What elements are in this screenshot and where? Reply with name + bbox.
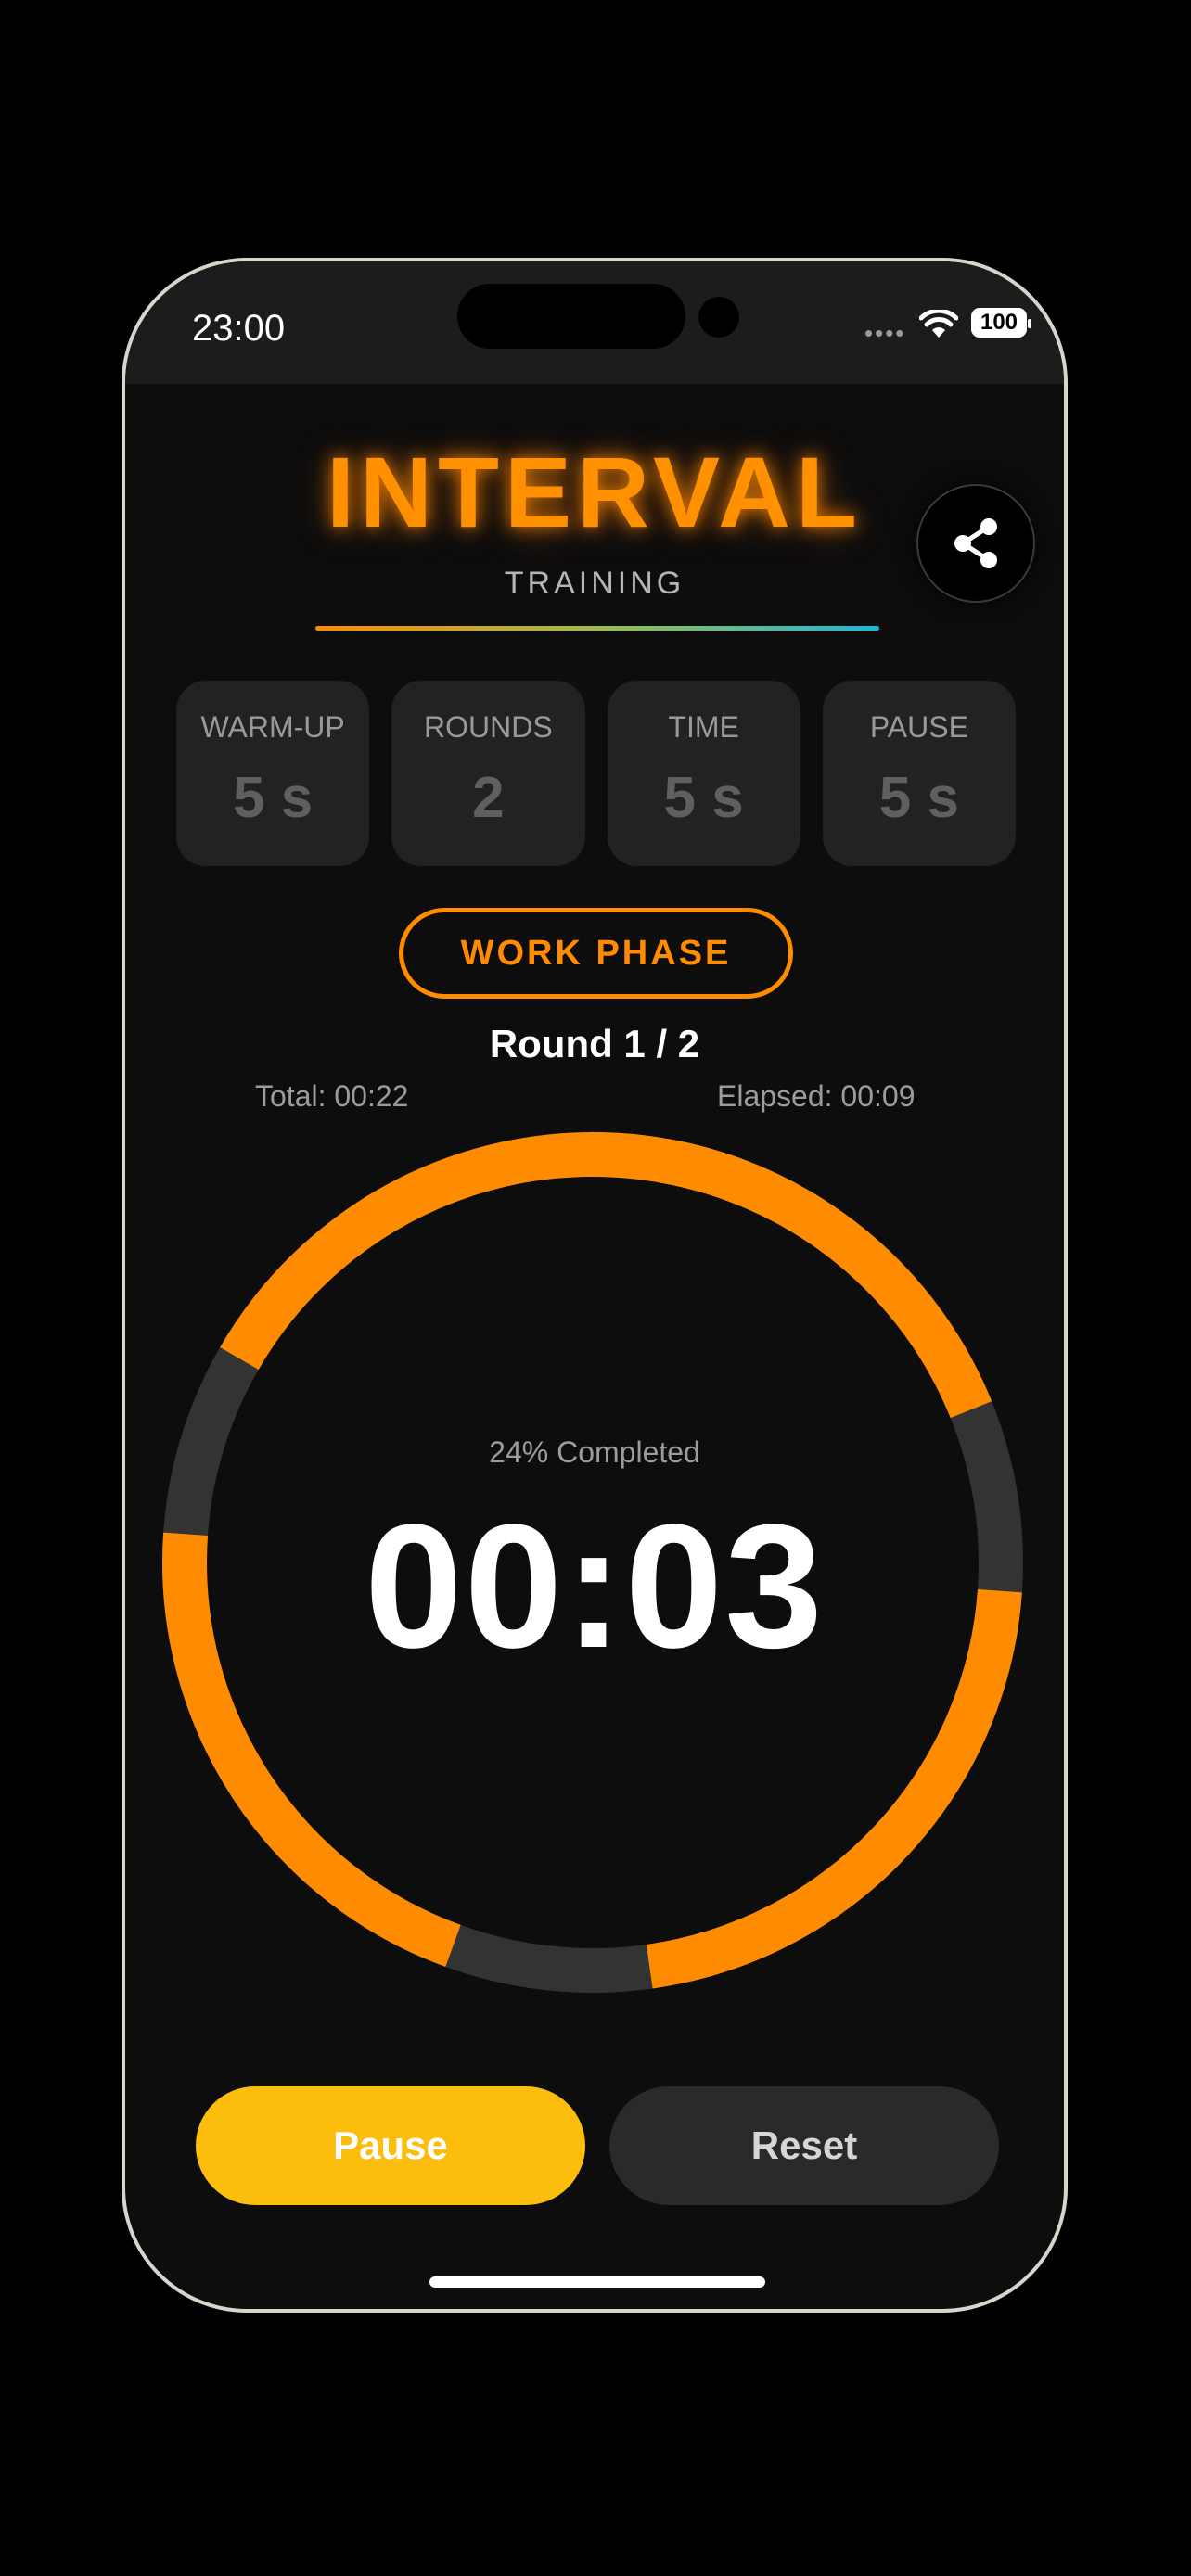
dynamic-island — [457, 284, 685, 349]
completed-text: 24% Completed — [489, 1435, 700, 1469]
card-label: PAUSE — [869, 710, 968, 744]
card-label: ROUNDS — [424, 710, 553, 744]
status-time: 23:00 — [192, 308, 286, 349]
home-indicator[interactable] — [429, 2276, 765, 2288]
card-label: WARM-UP — [200, 710, 345, 744]
settings-cards: WARM-UP 5 s ROUNDS 2 TIME 5 s PAUSE 5 s — [176, 681, 1016, 866]
reset-button[interactable]: Reset — [609, 2086, 999, 2205]
elapsed-time: Elapsed: 00:09 — [717, 1079, 916, 1113]
card-value: 5 s — [663, 766, 744, 830]
ring-segment — [660, 1139, 992, 1419]
wifi-icon — [919, 310, 958, 338]
setting-card-time[interactable]: TIME 5 s — [607, 681, 800, 866]
card-value: 2 — [472, 766, 505, 830]
setting-card-rounds[interactable]: ROUNDS 2 — [391, 681, 585, 866]
title-underline — [315, 626, 879, 631]
ring-segment — [220, 1132, 795, 1371]
phone-frame: 23:00 •••• 100 INTERVAL TRAINING WARM-UP… — [122, 258, 1068, 2313]
battery-level: 100 — [980, 310, 1018, 335]
phase-badge: WORK PHASE — [399, 908, 793, 999]
card-value: 5 s — [878, 766, 959, 830]
card-label: TIME — [668, 710, 739, 744]
share-icon — [954, 518, 997, 568]
signal-dots-icon: •••• — [864, 319, 906, 347]
countdown-timer: 00:03 — [365, 1488, 825, 1685]
round-indicator: Round 1 / 2 — [489, 1022, 700, 1065]
total-time: Total: 00:22 — [255, 1079, 409, 1113]
status-bar: 23:00 •••• 100 — [125, 261, 1064, 384]
camera-dot — [698, 297, 739, 338]
card-value: 5 s — [233, 766, 314, 830]
battery-icon: 100 — [971, 308, 1031, 338]
pause-button[interactable]: Pause — [196, 2086, 585, 2205]
setting-card-pause[interactable]: PAUSE 5 s — [822, 681, 1016, 866]
share-button[interactable] — [916, 484, 1035, 603]
setting-card-warmup[interactable]: WARM-UP 5 s — [176, 681, 370, 866]
